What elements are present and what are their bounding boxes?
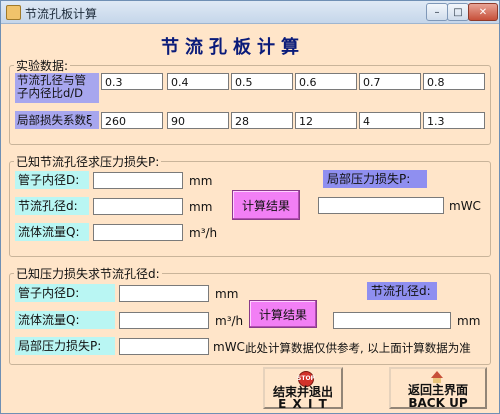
loss-field-3[interactable]: 28	[231, 112, 293, 129]
s2-pipe-diameter-unit: mm	[215, 287, 239, 301]
loss-field-5[interactable]: 4	[359, 112, 421, 129]
s1-orifice-diameter-unit: mm	[189, 200, 213, 214]
ratio-field-5[interactable]: 0.7	[359, 73, 421, 90]
s1-calculate-button[interactable]: 计算结果	[232, 190, 300, 220]
s1-flow-input[interactable]	[93, 224, 183, 241]
app-icon	[6, 5, 21, 20]
exit-label-en: E X I T	[278, 397, 328, 411]
loss-field-2[interactable]: 90	[167, 112, 229, 129]
s1-orifice-diameter-label: 节流孔径d:	[15, 197, 89, 215]
s1-flow-label: 流体流量Q:	[15, 223, 89, 241]
disclaimer-note: 此处计算数据仅供参考, 以上面计算数据为准	[245, 341, 471, 355]
section2-legend: 已知压力损失求节流孔径d:	[16, 267, 160, 281]
s2-flow-label: 流体流量Q:	[15, 311, 115, 329]
loss-field-6[interactable]: 1.3	[423, 112, 485, 129]
loss-field-1[interactable]: 260	[101, 112, 163, 129]
s2-loss-label: 局部压力损失P:	[15, 337, 115, 355]
s1-pipe-diameter-label: 管子内径D:	[15, 171, 89, 189]
s1-pipe-diameter-input[interactable]	[93, 172, 183, 189]
s2-result-unit: mm	[457, 314, 481, 328]
s2-calculate-button[interactable]: 计算结果	[249, 300, 317, 328]
maximize-button[interactable]: □	[447, 3, 469, 21]
ratio-field-3[interactable]: 0.5	[231, 73, 293, 90]
minimize-button[interactable]: –	[426, 3, 448, 21]
s2-result-output[interactable]	[333, 312, 451, 329]
s2-loss-unit: mWC	[213, 340, 245, 354]
app-window: 节流孔板计算 – □ ✕ 节流孔板计算 实验数据: 节流孔径与管子内径比d/D …	[0, 0, 500, 414]
s1-orifice-diameter-input[interactable]	[93, 198, 183, 215]
ratio-label: 节流孔径与管子内径比d/D	[15, 73, 99, 103]
section1-legend: 已知节流孔径求压力损失P:	[16, 155, 160, 169]
s1-flow-unit: m³/h	[189, 226, 218, 240]
s2-flow-unit: m³/h	[215, 314, 244, 328]
home-icon	[431, 371, 443, 383]
ratio-field-6[interactable]: 0.8	[423, 73, 485, 90]
ratio-field-1[interactable]: 0.3	[101, 73, 163, 90]
back-label-en: BACK UP	[408, 396, 468, 410]
ratio-field-2[interactable]: 0.4	[167, 73, 229, 90]
back-button[interactable]: 返回主界面 BACK UP	[389, 367, 487, 410]
experiment-legend: 实验数据:	[16, 59, 69, 73]
s2-result-label: 节流孔径d:	[367, 282, 437, 300]
s2-loss-input[interactable]	[119, 338, 209, 355]
back-label: 返回主界面	[407, 383, 468, 397]
s1-result-label: 局部压力损失P:	[323, 170, 427, 188]
s1-pipe-diameter-unit: mm	[189, 174, 213, 188]
title-bar[interactable]: 节流孔板计算 – □ ✕	[1, 1, 499, 24]
s2-pipe-diameter-label: 管子内径D:	[15, 284, 115, 302]
s2-flow-input[interactable]	[119, 312, 209, 329]
ratio-field-4[interactable]: 0.6	[295, 73, 357, 90]
window-title: 节流孔板计算	[25, 7, 98, 21]
close-button[interactable]: ✕	[468, 3, 498, 21]
s1-result-unit: mWC	[449, 199, 481, 213]
loss-field-4[interactable]: 12	[295, 112, 357, 129]
exit-button[interactable]: STOP 结束并退出 E X I T	[263, 367, 343, 411]
s2-pipe-diameter-input[interactable]	[119, 285, 209, 302]
page-title: 节流孔板计算	[161, 37, 305, 58]
s1-result-output[interactable]	[318, 197, 444, 214]
loss-coefficient-label: 局部损失系数ξ	[15, 111, 99, 129]
